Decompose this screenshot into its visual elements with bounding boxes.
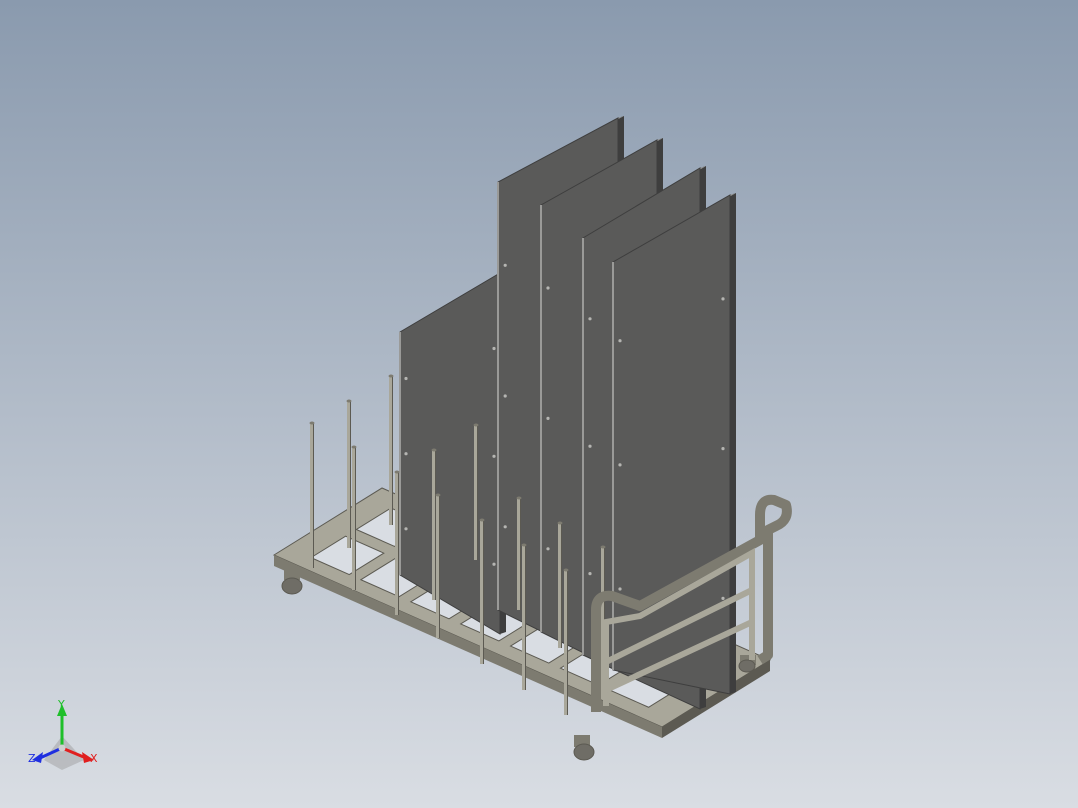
x-axis-label: X [90,752,98,765]
triad-origin [58,744,66,752]
panel-edge [730,193,736,694]
panel-mounting-hole [503,394,507,398]
divider-pin-cap [309,421,315,425]
panel-mounting-hole [492,562,496,566]
divider-pin-cap [394,470,400,474]
panel-mounting-hole [546,547,550,551]
divider-pin-cap [516,496,522,500]
panel-mounting-hole [404,376,408,381]
panel-mounting-hole [546,286,550,290]
divider-pin-cap [521,543,527,547]
panel-mounting-hole [503,263,507,267]
y-axis-label: Y [57,698,65,711]
panel-mounting-hole [546,416,550,420]
panel-1[interactable] [399,271,506,635]
panel-mounting-hole [503,525,507,529]
panel-mounting-hole [618,339,622,343]
panel-mounting-hole [618,587,622,591]
panel-face [399,272,501,635]
panel-mounting-hole [588,572,592,576]
divider-pin-cap [479,518,485,522]
caster-front-left [281,568,303,595]
panel-mounting-hole [618,463,622,467]
divider-pin-cap [388,374,394,378]
panel-mounting-hole [721,297,725,301]
panel-mounting-hole [404,452,408,456]
panel-mounting-hole [588,444,592,448]
divider-pin-cap [473,423,479,427]
divider-pin-cap [557,521,563,525]
panel-mounting-hole [721,447,725,451]
model-scene[interactable]: Y X Z [0,0,1078,808]
divider-pin-cap [435,493,441,497]
panel-mounting-hole [721,596,725,601]
divider-pin-cap [346,399,352,403]
z-axis-label: Z [28,752,36,765]
panel-mounting-hole [404,527,408,531]
panel-mounting-hole [588,317,592,321]
3d-viewport[interactable]: Y X Z [0,0,1078,808]
divider-pin-cap [563,568,569,572]
panel-mounting-hole [492,346,496,351]
divider-pin-cap [351,445,357,449]
divider-pin-cap [431,448,437,452]
panel-mounting-hole [492,454,496,458]
divider-pin-cap [600,545,606,549]
